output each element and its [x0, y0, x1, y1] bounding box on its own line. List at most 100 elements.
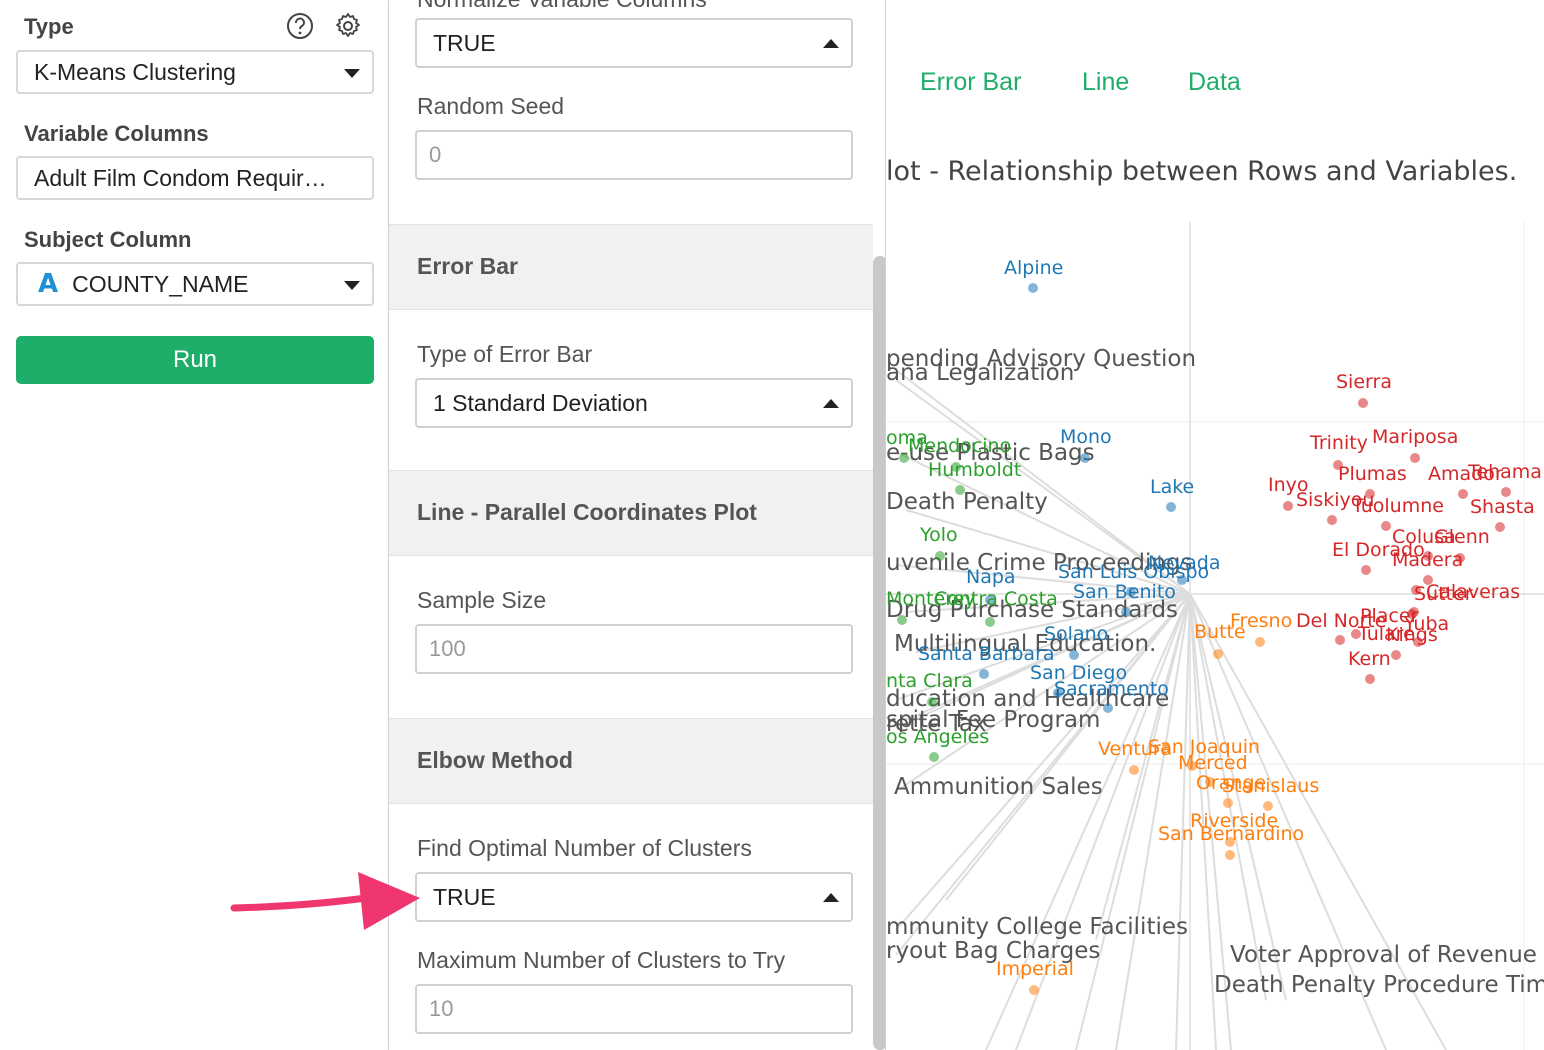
data-point-label: Kings: [1386, 624, 1438, 646]
subject-column-select[interactable]: A COUNTY_NAME: [16, 262, 374, 306]
subject-column-value: COUNTY_NAME: [72, 271, 249, 297]
data-point-label: Humboldt: [928, 459, 1021, 481]
loading-vector-line: [1189, 593, 1287, 1001]
random-seed-input[interactable]: 0: [415, 130, 853, 180]
data-point-label: Sacramento: [1054, 678, 1169, 700]
data-point-label: Plumas: [1338, 463, 1407, 485]
data-point: [1129, 765, 1139, 775]
variable-label: Ammunition Sales: [894, 774, 1103, 800]
error-bar-type-select[interactable]: 1 Standard Deviation: [415, 378, 853, 428]
data-point: [1365, 674, 1375, 684]
variable-label: Voter Approval of Revenue B: [1230, 942, 1544, 968]
variable-label: ana Legalization: [886, 360, 1074, 386]
data-point: [1335, 635, 1345, 645]
data-point-label: Trinity: [1309, 432, 1368, 454]
chevron-down-icon: [344, 281, 360, 290]
data-point-label: Shasta: [1470, 496, 1535, 518]
pointer-arrow-icon: [230, 872, 420, 930]
text-type-icon: A: [38, 269, 59, 299]
data-point: [1080, 453, 1090, 463]
gear-icon[interactable]: [334, 12, 362, 40]
data-point: [1391, 650, 1401, 660]
data-point: [955, 485, 965, 495]
type-select-value: K-Means Clustering: [34, 59, 236, 85]
chevron-down-icon: [344, 69, 360, 78]
data-point: [1166, 502, 1176, 512]
data-point: [979, 669, 989, 679]
data-point: [1255, 637, 1265, 647]
data-point: [1213, 649, 1223, 659]
data-point-label: Merced: [1178, 752, 1248, 774]
variable-label: Death Penalty: [886, 489, 1048, 515]
data-point: [935, 551, 945, 561]
error-bar-section-header[interactable]: Error Bar: [389, 224, 873, 310]
panel-scrollbar[interactable]: [873, 256, 885, 1050]
data-point-label: Napa: [966, 566, 1016, 588]
normalize-variable-columns-label: Normalize Variable Columns: [417, 0, 707, 13]
chevron-up-icon: [823, 893, 839, 902]
error-bar-type-value: 1 Standard Deviation: [433, 390, 648, 416]
type-select[interactable]: K-Means Clustering: [16, 50, 374, 94]
analytics-property-panel: Normalize Variable Columns TRUE Random S…: [388, 0, 886, 1050]
variable-columns-value: Adult Film Condom Requir…: [34, 165, 327, 191]
data-point: [929, 752, 939, 762]
random-seed-label: Random Seed: [417, 93, 565, 119]
line-section-header[interactable]: Line - Parallel Coordinates Plot: [389, 470, 873, 556]
sample-size-label: Sample Size: [417, 587, 547, 613]
subject-column-label: Subject Column: [24, 227, 192, 252]
data-point-label: Imperial: [996, 958, 1074, 980]
data-point: [985, 617, 995, 627]
data-point-label: Mono: [1060, 426, 1112, 448]
data-point-label: Alpine: [1004, 257, 1063, 279]
data-point-label: Stanislaus: [1222, 775, 1319, 797]
help-icon[interactable]: [286, 12, 314, 40]
data-point-label: Mendocino: [908, 435, 1011, 457]
data-point-label: Sutter: [1414, 583, 1473, 605]
data-point: [1458, 489, 1468, 499]
data-point-label: Tuolumne: [1351, 495, 1444, 517]
data-point: [1223, 798, 1233, 808]
data-point: [897, 615, 907, 625]
data-point-label: Lake: [1150, 476, 1194, 498]
normalize-value: TRUE: [433, 30, 496, 56]
chevron-up-icon: [823, 39, 839, 48]
data-point-label: Tehama: [1467, 461, 1542, 483]
variable-columns-select[interactable]: Adult Film Condom Requir…: [16, 156, 374, 200]
biplot-chart: pending Advisory Questionana Legalizatio…: [886, 222, 1544, 1050]
variable-label: mmunity College Facilities: [886, 914, 1188, 940]
data-point: [1103, 703, 1113, 713]
variable-columns-label: Variable Columns: [24, 121, 209, 146]
line-header-label: Line - Parallel Coordinates Plot: [417, 499, 757, 525]
data-point-label: Butte: [1194, 621, 1246, 643]
data-point-label: San Bernardino: [1158, 823, 1304, 845]
normalize-select[interactable]: TRUE: [415, 18, 853, 68]
find-optimal-clusters-value: TRUE: [433, 884, 496, 910]
elbow-section-header[interactable]: Elbow Method: [389, 718, 873, 804]
data-point: [1028, 283, 1038, 293]
type-label: Type: [24, 14, 74, 39]
data-point-label: Contra Costa: [934, 588, 1058, 610]
data-point: [1410, 453, 1420, 463]
data-point: [1029, 985, 1039, 995]
find-optimal-clusters-label: Find Optimal Number of Clusters: [417, 835, 752, 861]
data-point: [1381, 521, 1391, 531]
max-clusters-input[interactable]: 10: [415, 984, 853, 1034]
run-button[interactable]: Run: [16, 336, 374, 384]
data-point-label: Glenn: [1434, 526, 1490, 548]
data-point-label: Yolo: [919, 524, 958, 546]
max-clusters-label: Maximum Number of Clusters to Try: [417, 947, 786, 973]
data-point: [927, 697, 937, 707]
data-point: [1358, 398, 1368, 408]
data-point-label: Solano: [1044, 623, 1108, 645]
data-point-label: Madera: [1392, 549, 1463, 571]
data-point: [1495, 522, 1505, 532]
data-point-label: San Benito: [1073, 581, 1176, 603]
data-point: [1121, 607, 1131, 617]
sample-size-input[interactable]: 100: [415, 624, 853, 674]
data-point-label: San Luis Obispo: [1058, 561, 1209, 583]
data-point: [1361, 565, 1371, 575]
find-optimal-clusters-select[interactable]: TRUE: [415, 872, 853, 922]
chevron-up-icon: [823, 399, 839, 408]
data-point-label: Sierra: [1336, 371, 1392, 393]
type-of-error-bar-label: Type of Error Bar: [417, 341, 593, 367]
